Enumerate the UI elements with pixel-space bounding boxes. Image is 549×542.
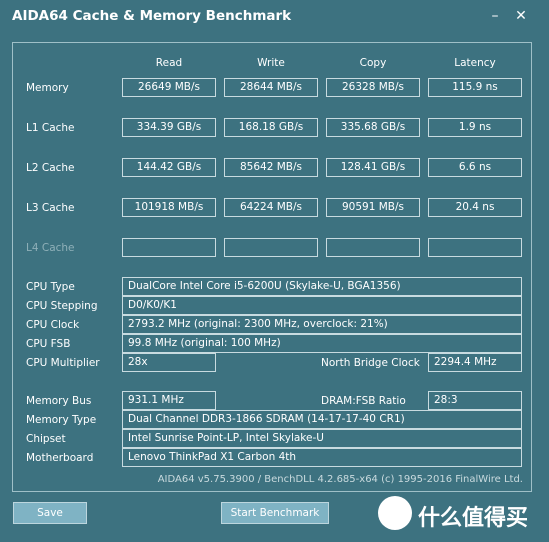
- close-button[interactable]: ✕: [510, 6, 532, 26]
- watermark-text: 什么值得买: [418, 506, 529, 531]
- l4-copy-value: [326, 238, 420, 257]
- cpu-fsb-label: CPU FSB: [26, 338, 71, 350]
- l2-write-value: 85642 MB/s: [224, 158, 318, 177]
- cpu-fsb-value: 99.8 MHz (original: 100 MHz): [122, 334, 522, 353]
- cpu-type-label: CPU Type: [26, 281, 75, 293]
- watermark-icon: [378, 496, 412, 530]
- save-button[interactable]: Save: [13, 502, 87, 524]
- column-header-read: Read: [155, 57, 183, 69]
- north-bridge-clock-label: North Bridge Clock: [321, 357, 420, 369]
- column-header-write: Write: [257, 57, 285, 69]
- cpu-stepping-label: CPU Stepping: [26, 300, 98, 312]
- motherboard-value: Lenovo ThinkPad X1 Carbon 4th: [122, 448, 522, 467]
- l3-latency-value: 20.4 ns: [428, 198, 522, 217]
- l1-copy-value: 335.68 GB/s: [326, 118, 420, 137]
- memory-write-value: 28644 MB/s: [224, 78, 318, 97]
- row-label-l1-cache: L1 Cache: [26, 122, 75, 134]
- row-label-l2-cache: L2 Cache: [26, 162, 75, 174]
- window-title: AIDA64 Cache & Memory Benchmark: [12, 8, 292, 24]
- dram-fsb-ratio-value: 28:3: [428, 391, 522, 410]
- motherboard-label: Motherboard: [26, 452, 94, 464]
- chipset-label: Chipset: [26, 433, 66, 445]
- memory-copy-value: 26328 MB/s: [326, 78, 420, 97]
- l1-write-value: 168.18 GB/s: [224, 118, 318, 137]
- l1-read-value: 334.39 GB/s: [122, 118, 216, 137]
- cpu-clock-label: CPU Clock: [26, 319, 80, 331]
- memory-bus-label: Memory Bus: [26, 395, 92, 407]
- row-label-memory: Memory: [26, 82, 69, 94]
- cpu-clock-value: 2793.2 MHz (original: 2300 MHz, overcloc…: [122, 315, 522, 334]
- l2-read-value: 144.42 GB/s: [122, 158, 216, 177]
- l3-write-value: 64224 MB/s: [224, 198, 318, 217]
- l4-latency-value: [428, 238, 522, 257]
- cpu-stepping-value: D0/K0/K1: [122, 296, 522, 315]
- memory-bus-value: 931.1 MHz: [122, 391, 216, 410]
- title-bar: AIDA64 Cache & Memory Benchmark – ✕: [0, 0, 549, 34]
- l2-latency-value: 6.6 ns: [428, 158, 522, 177]
- l4-write-value: [224, 238, 318, 257]
- row-label-l3-cache: L3 Cache: [26, 202, 75, 214]
- column-header-latency: Latency: [454, 57, 496, 69]
- cpu-type-value: DualCore Intel Core i5-6200U (Skylake-U,…: [122, 277, 522, 296]
- memory-read-value: 26649 MB/s: [122, 78, 216, 97]
- memory-type-label: Memory Type: [26, 414, 97, 426]
- watermark-logo: 什么值得买: [378, 496, 538, 534]
- north-bridge-clock-value: 2294.4 MHz: [428, 353, 522, 372]
- l3-copy-value: 90591 MB/s: [326, 198, 420, 217]
- cpu-multiplier-label: CPU Multiplier: [26, 357, 100, 369]
- l1-latency-value: 1.9 ns: [428, 118, 522, 137]
- memory-type-value: Dual Channel DDR3-1866 SDRAM (14-17-17-4…: [122, 410, 522, 429]
- l3-read-value: 101918 MB/s: [122, 198, 216, 217]
- l4-read-value: [122, 238, 216, 257]
- memory-latency-value: 115.9 ns: [428, 78, 522, 97]
- version-footer: AIDA64 v5.75.3900 / BenchDLL 4.2.685-x64…: [157, 474, 523, 485]
- start-benchmark-button[interactable]: Start Benchmark: [221, 502, 329, 524]
- row-label-l4-cache: L4 Cache: [26, 242, 75, 254]
- minimize-button[interactable]: –: [484, 6, 506, 26]
- l2-copy-value: 128.41 GB/s: [326, 158, 420, 177]
- column-header-copy: Copy: [359, 57, 387, 69]
- benchmark-window: AIDA64 Cache & Memory Benchmark – ✕ Read…: [0, 0, 549, 542]
- dram-fsb-ratio-label: DRAM:FSB Ratio: [321, 395, 406, 407]
- chipset-value: Intel Sunrise Point-LP, Intel Skylake-U: [122, 429, 522, 448]
- cpu-multiplier-value: 28x: [122, 353, 216, 372]
